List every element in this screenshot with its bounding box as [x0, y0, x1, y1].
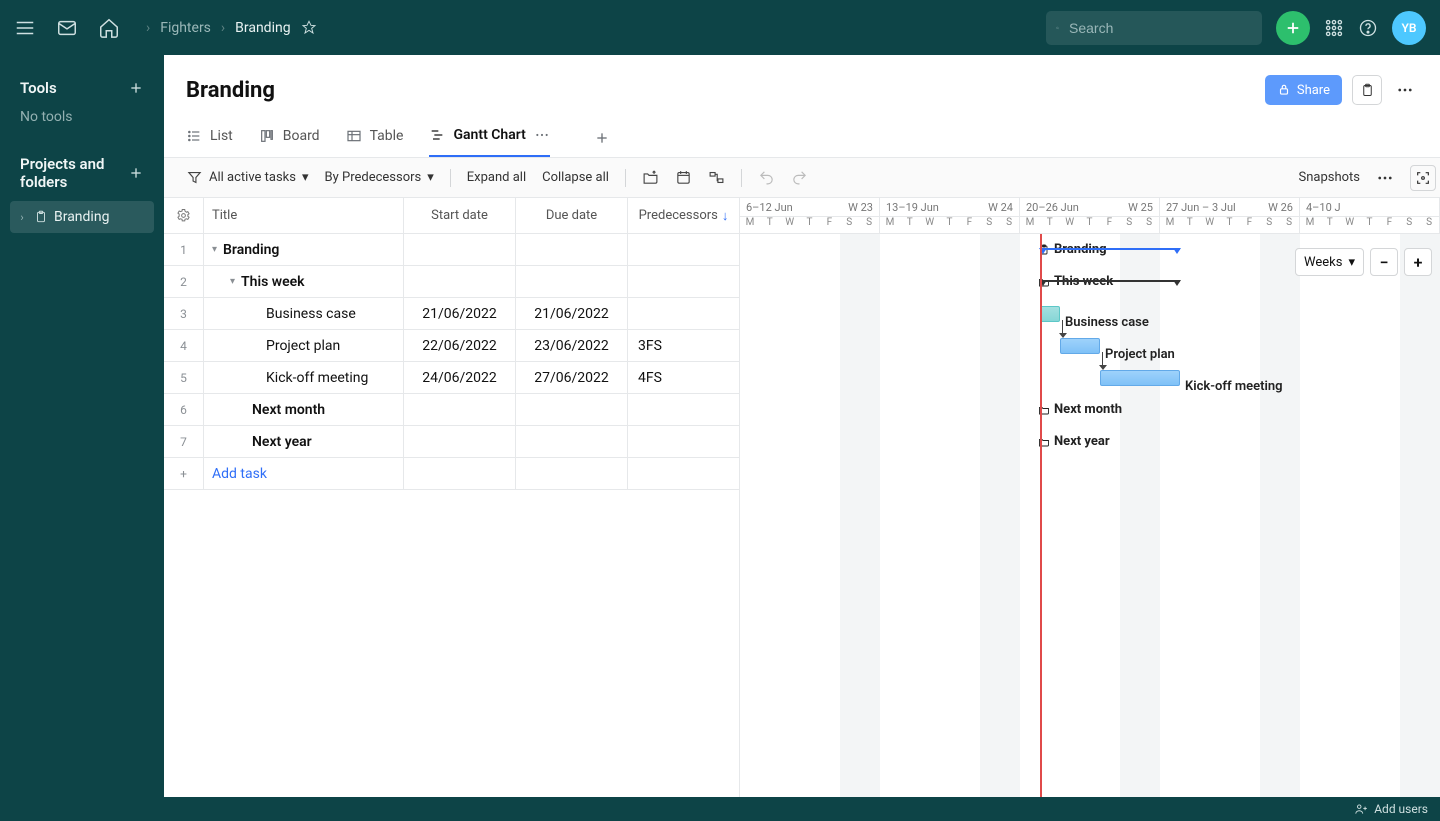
today-line — [1040, 234, 1042, 797]
hamburger-icon[interactable] — [14, 17, 36, 39]
zoom-select[interactable]: Weeks▾ — [1295, 248, 1364, 276]
redo-button[interactable] — [791, 169, 808, 186]
gantt-bar-project-plan[interactable]: Project plan — [1060, 338, 1100, 354]
sidebar-item-label: Branding — [54, 209, 109, 225]
snapshots-button[interactable]: Snapshots — [1298, 170, 1360, 185]
view-tabs: List Board Table Gantt Chart — [164, 111, 1440, 158]
gantt-bar-kickoff[interactable]: Kick-off meeting — [1100, 370, 1180, 386]
table-icon — [346, 128, 362, 144]
add-view-button[interactable] — [594, 130, 610, 146]
tab-table[interactable]: Table — [346, 120, 404, 156]
search-input[interactable] — [1067, 19, 1252, 37]
help-icon[interactable] — [1358, 18, 1378, 38]
focus-icon[interactable] — [1410, 165, 1436, 191]
filter-dropdown[interactable]: All active tasks ▾ — [186, 169, 309, 186]
tab-list[interactable]: List — [186, 120, 233, 156]
table-row[interactable]: 5 Kick-off meeting 24/06/202227/06/20224… — [164, 362, 739, 394]
tab-options-icon[interactable] — [534, 127, 550, 143]
apps-icon[interactable] — [1324, 18, 1344, 38]
more-icon[interactable] — [1376, 169, 1394, 187]
share-button[interactable]: Share — [1265, 75, 1342, 105]
expand-all-button[interactable]: Expand all — [467, 170, 526, 185]
zoom-in-button[interactable]: + — [1404, 248, 1432, 276]
calendar-icon[interactable] — [675, 169, 692, 186]
add-tool-button[interactable] — [128, 80, 144, 96]
undo-button[interactable] — [758, 169, 775, 186]
gantt-icon — [429, 127, 445, 143]
search-box[interactable] — [1046, 11, 1262, 45]
clipboard-icon — [34, 210, 48, 224]
table-row[interactable]: 1 ▾Branding — [164, 234, 739, 266]
table-row[interactable]: 7 Next year — [164, 426, 739, 458]
folder-icon[interactable] — [642, 169, 659, 186]
chevron-down-icon: ▾ — [302, 170, 309, 185]
gantt-summary-next-year[interactable]: Next year — [1038, 434, 1110, 449]
add-button[interactable] — [1276, 11, 1310, 45]
add-users-icon[interactable] — [1354, 802, 1368, 816]
home-icon[interactable] — [98, 17, 120, 39]
sidebar: Tools No tools Projects and folders › — [0, 55, 164, 797]
sidebar-projects-header: Projects and folders — [20, 155, 128, 191]
app-footer: Add users — [0, 797, 1440, 821]
settings-icon[interactable] — [164, 198, 204, 233]
tab-gantt[interactable]: Gantt Chart — [429, 119, 549, 157]
col-due-header[interactable]: Due date — [516, 198, 628, 233]
app-header: › Fighters › Branding YB — [0, 0, 1440, 55]
chevron-down-icon: ▾ — [427, 170, 434, 185]
dependency-icon[interactable] — [708, 169, 725, 186]
gantt-bar-business-case[interactable]: Business case — [1040, 306, 1060, 322]
table-row[interactable]: 4 Project plan 22/06/202223/06/20223FS — [164, 330, 739, 362]
page-title: Branding — [186, 78, 275, 103]
breadcrumb-item-active[interactable]: Branding — [235, 20, 290, 36]
timeline-pane[interactable]: 6–12 JunW 23MTWTFSS 13–19 JunW 24MTWTFSS… — [740, 198, 1440, 797]
sidebar-item-branding[interactable]: › Branding — [10, 201, 154, 233]
list-icon — [186, 128, 202, 144]
mail-icon[interactable] — [56, 17, 78, 39]
main-pane: Branding Share List — [164, 55, 1440, 797]
add-task-row[interactable]: + Add task — [164, 458, 739, 490]
avatar[interactable]: YB — [1392, 11, 1426, 45]
col-pred-header[interactable]: Predecessors↓ — [628, 198, 739, 233]
timeline-header: 6–12 JunW 23MTWTFSS 13–19 JunW 24MTWTFSS… — [740, 198, 1440, 234]
no-tools-label: No tools — [10, 103, 154, 131]
gantt-chart: Title Start date Due date Predecessors↓ … — [164, 198, 1440, 797]
table-row[interactable]: 3 Business case 21/06/202221/06/2022 — [164, 298, 739, 330]
more-icon[interactable] — [1392, 81, 1418, 99]
table-row[interactable]: 2 ▾This week — [164, 266, 739, 298]
pin-icon[interactable] — [301, 20, 317, 36]
zoom-out-button[interactable]: − — [1370, 248, 1398, 276]
col-start-header[interactable]: Start date — [404, 198, 516, 233]
sidebar-tools-header: Tools — [20, 79, 57, 97]
chevron-down-icon[interactable]: ▾ — [230, 276, 235, 287]
gantt-summary-next-month[interactable]: Next month — [1038, 402, 1122, 417]
sort-dropdown[interactable]: By Predecessors ▾ — [325, 170, 434, 185]
breadcrumb: › Fighters › Branding — [146, 20, 317, 36]
sort-arrow-icon: ↓ — [722, 208, 729, 224]
task-grid: Title Start date Due date Predecessors↓ … — [164, 198, 740, 797]
chevron-down-icon: ▾ — [1348, 255, 1355, 270]
table-row[interactable]: 6 Next month — [164, 394, 739, 426]
gantt-toolbar: All active tasks ▾ By Predecessors ▾ Exp… — [164, 158, 1440, 198]
chevron-down-icon[interactable]: ▾ — [212, 244, 217, 255]
add-project-button[interactable] — [128, 165, 144, 181]
collapse-all-button[interactable]: Collapse all — [542, 170, 609, 185]
filter-icon — [186, 169, 203, 186]
add-users-button[interactable]: Add users — [1374, 802, 1428, 816]
tab-board[interactable]: Board — [259, 120, 320, 156]
board-icon — [259, 128, 275, 144]
breadcrumb-item[interactable]: Fighters — [160, 20, 211, 36]
col-title-header[interactable]: Title — [204, 198, 404, 233]
chevron-right-icon: › — [16, 211, 28, 224]
clipboard-button[interactable] — [1352, 75, 1382, 105]
